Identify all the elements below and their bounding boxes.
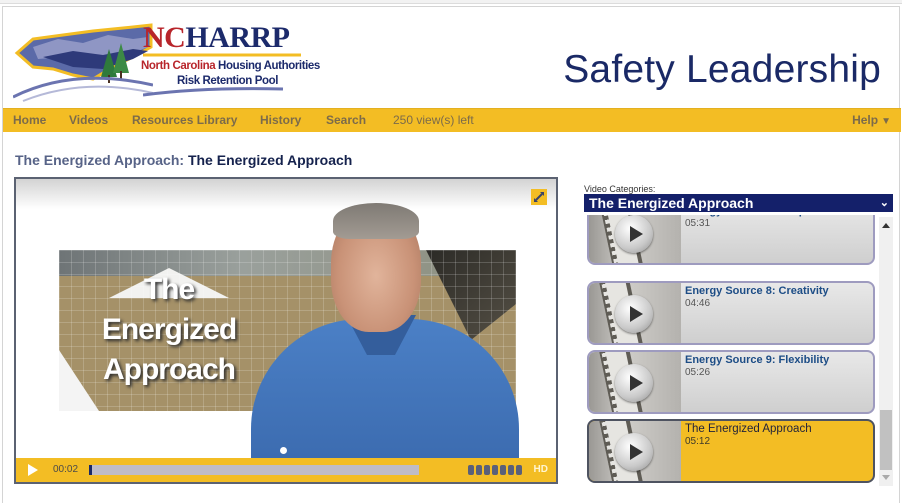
ncharrp-logo[interactable]: NCHARRP North Carolina Housing Authoriti… bbox=[13, 17, 320, 103]
caret-down-icon: ▼ bbox=[881, 116, 891, 127]
presenter bbox=[251, 203, 519, 479]
video-list-item[interactable]: Energy Source 8: Creativity 04:46 bbox=[587, 281, 875, 345]
film-thumbnail bbox=[589, 283, 681, 343]
logo-acronym: NCHARRP bbox=[143, 21, 290, 54]
breadcrumb: The Energized Approach: The Energized Ap… bbox=[15, 152, 352, 168]
selected-category: The Energized Approach bbox=[589, 195, 754, 211]
video-title: Energy Source 8: Creativity bbox=[685, 285, 829, 297]
cursor-dot bbox=[280, 447, 287, 454]
video-list: Energy Source 7: Respect 05:31 Energy So… bbox=[585, 215, 893, 484]
volume-control[interactable] bbox=[468, 465, 522, 475]
seek-bar[interactable] bbox=[89, 465, 419, 475]
volume-bar[interactable] bbox=[500, 465, 506, 475]
video-list-scrollbar[interactable] bbox=[879, 217, 893, 486]
chevron-down-icon: ⌄ bbox=[879, 197, 889, 209]
film-thumbnail bbox=[589, 352, 681, 412]
video-title: Energy Source 7: Respect bbox=[685, 215, 821, 217]
views-left-count: 250 view(s) left bbox=[393, 113, 474, 127]
volume-bar[interactable] bbox=[468, 465, 474, 475]
logo-subtitle-line2: Risk Retention Pool bbox=[177, 75, 279, 87]
help-label: Help bbox=[852, 113, 879, 127]
fullscreen-button[interactable] bbox=[531, 189, 547, 205]
video-duration: 05:31 bbox=[685, 218, 711, 229]
site-title: Safety Leadership bbox=[563, 48, 881, 91]
slide-title: The Energized Approach bbox=[101, 273, 237, 386]
video-duration: 05:26 bbox=[685, 367, 711, 378]
nav-videos[interactable]: Videos bbox=[69, 113, 108, 127]
video-title: Energy Source 9: Flexibility bbox=[685, 354, 830, 366]
video-player[interactable]: The Energized Approach 00:02 HD bbox=[14, 177, 558, 484]
video-list-item[interactable]: Energy Source 9: Flexibility 05:26 bbox=[587, 350, 875, 414]
nav-search[interactable]: Search bbox=[326, 113, 366, 127]
volume-bar[interactable] bbox=[508, 465, 514, 475]
play-icon bbox=[615, 215, 653, 253]
video-categories-label: Video Categories: bbox=[584, 184, 656, 194]
logo-subtitle-line1: North Carolina Housing Authorities bbox=[141, 60, 320, 72]
header: NCHARRP North Carolina Housing Authoriti… bbox=[3, 7, 901, 108]
scroll-up-arrow-icon[interactable] bbox=[882, 223, 890, 228]
nav-resources-library[interactable]: Resources Library bbox=[132, 113, 237, 127]
video-list-item-active[interactable]: The Energized Approach 05:12 bbox=[587, 419, 875, 483]
video-title: The Energized Approach bbox=[685, 423, 812, 435]
play-icon bbox=[615, 364, 653, 402]
expand-icon bbox=[534, 192, 544, 202]
play-icon[interactable] bbox=[28, 464, 38, 476]
player-controls: 00:02 HD bbox=[16, 458, 556, 482]
breadcrumb-title: The Energized Approach bbox=[187, 152, 353, 168]
scroll-down-arrow-icon[interactable] bbox=[882, 475, 890, 480]
video-category-select[interactable]: The Energized Approach ⌄ bbox=[584, 194, 893, 212]
scroll-thumb[interactable] bbox=[880, 410, 892, 470]
help-menu[interactable]: Help ▼ bbox=[852, 113, 891, 127]
video-duration: 04:46 bbox=[685, 298, 711, 309]
video-list-item[interactable]: Energy Source 7: Respect 05:31 bbox=[587, 215, 875, 265]
breadcrumb-category[interactable]: The Energized Approach: bbox=[15, 152, 184, 168]
nc-state-map-icon bbox=[13, 23, 153, 102]
film-thumbnail bbox=[589, 421, 681, 481]
volume-bar[interactable] bbox=[476, 465, 482, 475]
video-duration: 05:12 bbox=[685, 436, 711, 447]
volume-bar[interactable] bbox=[516, 465, 522, 475]
nav-home[interactable]: Home bbox=[13, 113, 46, 127]
browser-top-rule bbox=[0, 0, 902, 4]
volume-bar[interactable] bbox=[492, 465, 498, 475]
play-icon bbox=[615, 433, 653, 471]
nav-history[interactable]: History bbox=[260, 113, 301, 127]
volume-bar[interactable] bbox=[484, 465, 490, 475]
hd-toggle[interactable]: HD bbox=[534, 464, 548, 475]
main-nav: Home Videos Resources Library History Se… bbox=[3, 108, 901, 132]
play-icon bbox=[615, 295, 653, 333]
film-thumbnail bbox=[589, 215, 681, 263]
seek-bar-fill bbox=[89, 465, 93, 475]
current-time: 00:02 bbox=[53, 464, 79, 475]
page: NCHARRP North Carolina Housing Authoriti… bbox=[2, 6, 901, 503]
